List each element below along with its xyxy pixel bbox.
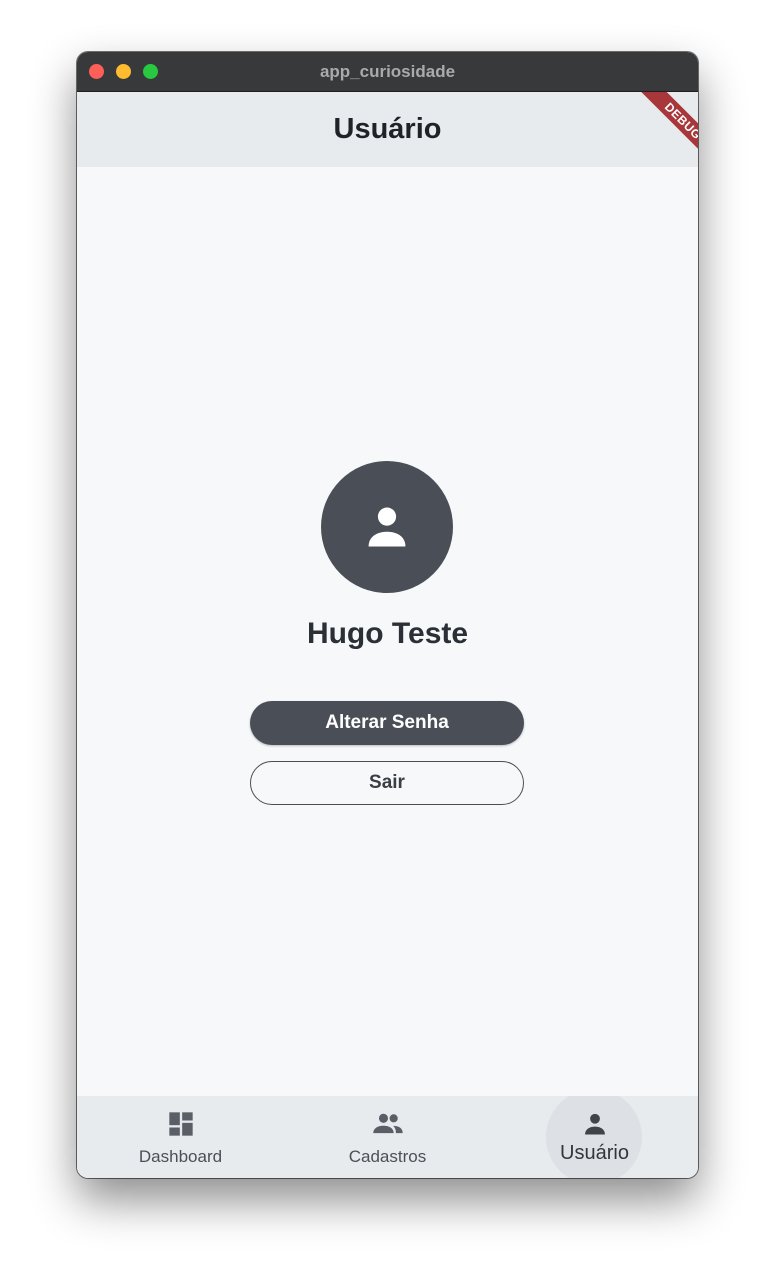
window-title: app_curiosidade bbox=[319, 62, 456, 81]
debug-banner: DEBUG bbox=[618, 92, 698, 172]
person-icon bbox=[368, 507, 406, 547]
people-icon bbox=[372, 1113, 403, 1134]
user-name: Hugo Teste bbox=[306, 617, 469, 650]
bottom-navigation: Dashboard Cadastros Usuário bbox=[77, 1096, 698, 1178]
change-password-button[interactable]: Alterar Senha bbox=[250, 701, 524, 745]
nav-item-cadastros[interactable]: Cadastros bbox=[284, 1096, 491, 1178]
person-icon bbox=[584, 1113, 605, 1135]
nav-label-usuario: Usuário bbox=[560, 1142, 629, 1164]
app-window: app_curiosidade Usuário DEBUG Hugo Teste… bbox=[77, 52, 698, 1178]
window-titlebar: app_curiosidade bbox=[77, 52, 698, 92]
nav-item-usuario[interactable]: Usuário bbox=[491, 1096, 698, 1178]
avatar bbox=[321, 461, 453, 593]
app-bar: Usuário bbox=[77, 92, 698, 167]
nav-item-dashboard[interactable]: Dashboard bbox=[77, 1096, 284, 1178]
nav-label-dashboard: Dashboard bbox=[138, 1147, 223, 1166]
nav-label-cadastros: Cadastros bbox=[348, 1147, 427, 1166]
logout-button[interactable]: Sair bbox=[250, 761, 524, 805]
dashboard-icon bbox=[168, 1112, 193, 1136]
main-content: Hugo Teste Alterar Senha Sair bbox=[77, 167, 698, 1096]
debug-banner-label: DEBUG bbox=[634, 92, 698, 170]
page-title: Usuário bbox=[333, 113, 442, 145]
